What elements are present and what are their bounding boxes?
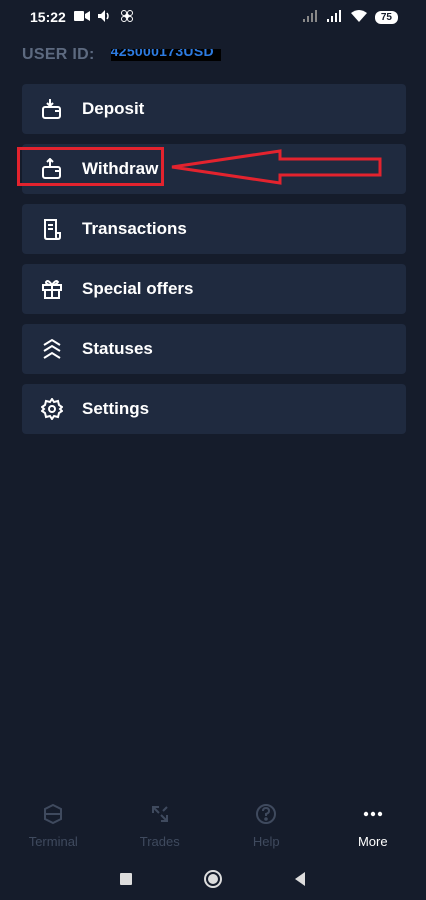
nav-item-label: More (357, 834, 388, 849)
video-icon (73, 9, 90, 25)
help-icon (255, 803, 277, 828)
nav-item-terminal[interactable]: Terminal (0, 803, 106, 849)
nav-item-label: Terminal (28, 834, 78, 849)
menu-item-special-offers[interactable]: Special offers (22, 264, 406, 314)
user-id: USER ID: 425000173USD (22, 46, 221, 64)
chevrons-up-icon (40, 337, 64, 361)
receipt-icon (40, 217, 64, 241)
wifi-icon (350, 9, 367, 25)
status-bar: 15:22 75 (0, 0, 426, 34)
menu-item-label: Statuses (82, 339, 153, 358)
fan-icon (120, 9, 134, 26)
withdraw-highlight-box (17, 147, 164, 186)
battery-indicator: 75 (374, 10, 398, 24)
arrows-icon (149, 803, 171, 828)
status-time: 15:22 (30, 9, 66, 25)
nav-item-trades[interactable]: Trades (107, 803, 213, 849)
menu-item-label: Transactions (82, 219, 187, 238)
user-id-label: USER ID: (22, 46, 95, 63)
menu-item-label: Deposit (82, 99, 145, 118)
gift-icon (40, 277, 64, 301)
signal-icon (302, 9, 319, 25)
gear-icon (40, 397, 64, 421)
menu-item-label: Special offers (82, 279, 194, 298)
account-menu: Deposit Withdraw Transactions Special of… (22, 84, 406, 444)
recents-icon[interactable] (119, 872, 133, 891)
wallet-in-icon (40, 97, 64, 121)
user-id-value-text: 425000173USD (110, 49, 214, 59)
signal-icon (326, 9, 343, 25)
nav-item-more[interactable]: More (320, 803, 426, 849)
bottom-nav: Terminal Trades Help More (0, 796, 426, 856)
menu-item-deposit[interactable]: Deposit (22, 84, 406, 134)
menu-item-settings[interactable]: Settings (22, 384, 406, 434)
nav-item-label: Trades (139, 834, 180, 849)
system-nav-bar (0, 862, 426, 900)
home-icon[interactable] (203, 869, 223, 894)
back-icon[interactable] (293, 871, 307, 892)
nav-item-help[interactable]: Help (213, 803, 319, 849)
volume-icon (97, 9, 112, 25)
menu-item-statuses[interactable]: Statuses (22, 324, 406, 374)
more-icon (362, 803, 384, 828)
menu-item-transactions[interactable]: Transactions (22, 204, 406, 254)
terminal-icon (42, 803, 64, 828)
nav-item-label: Help (252, 834, 280, 849)
menu-item-label: Settings (82, 399, 150, 418)
user-id-value: 425000173USD (110, 49, 221, 61)
pointer-arrow-icon (171, 149, 382, 185)
